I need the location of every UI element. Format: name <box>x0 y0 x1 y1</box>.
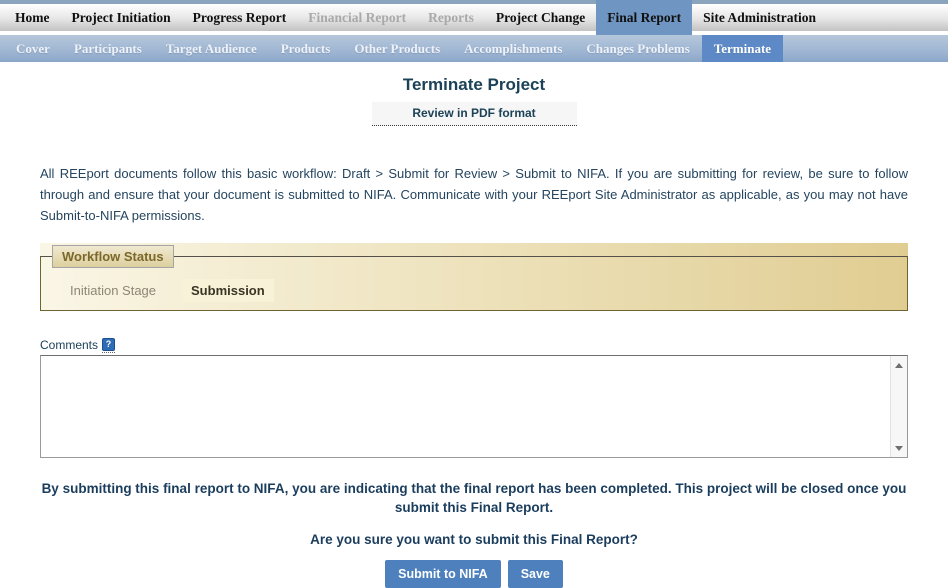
comments-scrollbar[interactable] <box>890 356 907 457</box>
nav-site-administration[interactable]: Site Administration <box>692 4 827 31</box>
action-buttons: Submit to NIFA Save <box>0 560 948 588</box>
save-button[interactable]: Save <box>507 560 563 588</box>
subnav-accomplishments[interactable]: Accomplishments <box>452 35 574 62</box>
nav-final-report[interactable]: Final Report <box>596 0 693 35</box>
nav-project-initiation[interactable]: Project Initiation <box>61 4 182 31</box>
review-pdf-button[interactable]: Review in PDF format <box>371 102 577 126</box>
subnav-cover[interactable]: Cover <box>4 35 62 62</box>
nav-progress-report[interactable]: Progress Report <box>182 4 298 31</box>
workflow-stages: Initiation Stage Submission <box>70 279 274 302</box>
stage-submission[interactable]: Submission <box>182 279 274 302</box>
main-content: Terminate Project Review in PDF format A… <box>0 75 948 588</box>
help-icon[interactable]: ? <box>102 338 116 351</box>
comments-textarea[interactable] <box>41 356 890 457</box>
subnav-participants[interactable]: Participants <box>62 35 154 62</box>
submit-confirmation-question: Are you sure you want to submit this Fin… <box>310 532 638 547</box>
subnav-other-products[interactable]: Other Products <box>342 35 452 62</box>
scroll-down-button[interactable] <box>891 440 907 456</box>
workflow-note-text: All REEport documents follow this basic … <box>40 166 908 223</box>
submit-confirmation-statement: By submitting this final report to NIFA,… <box>41 481 907 515</box>
scroll-up-button[interactable] <box>891 357 907 373</box>
nav-reports[interactable]: Reports <box>417 4 485 31</box>
subnav-target-audience[interactable]: Target Audience <box>154 35 269 62</box>
subnav-products[interactable]: Products <box>269 35 343 62</box>
nav-project-change[interactable]: Project Change <box>485 4 596 31</box>
subnav-changes-problems[interactable]: Changes Problems <box>574 35 701 62</box>
workflow-status-box: Workflow Status Initiation Stage Submiss… <box>40 243 908 311</box>
submit-to-nifa-button[interactable]: Submit to NIFA <box>385 560 501 588</box>
main-nav: Home Project Initiation Progress Report … <box>0 0 948 35</box>
workflow-status-legend: Workflow Status <box>52 245 174 268</box>
stage-initiation[interactable]: Initiation Stage <box>70 283 156 298</box>
nav-financial-report[interactable]: Financial Report <box>297 4 417 31</box>
comments-label-row: Comments ? <box>40 338 908 353</box>
scroll-up-icon <box>895 362 903 368</box>
final-report-subnav: Cover Participants Target Audience Produ… <box>0 35 948 62</box>
comments-field-frame <box>40 355 908 458</box>
subnav-terminate[interactable]: Terminate <box>701 35 784 62</box>
comments-label: Comments <box>40 338 99 352</box>
page-title: Terminate Project <box>402 75 546 94</box>
scroll-down-icon <box>895 445 903 451</box>
nav-home[interactable]: Home <box>4 4 61 31</box>
comments-help: ? <box>102 338 116 353</box>
